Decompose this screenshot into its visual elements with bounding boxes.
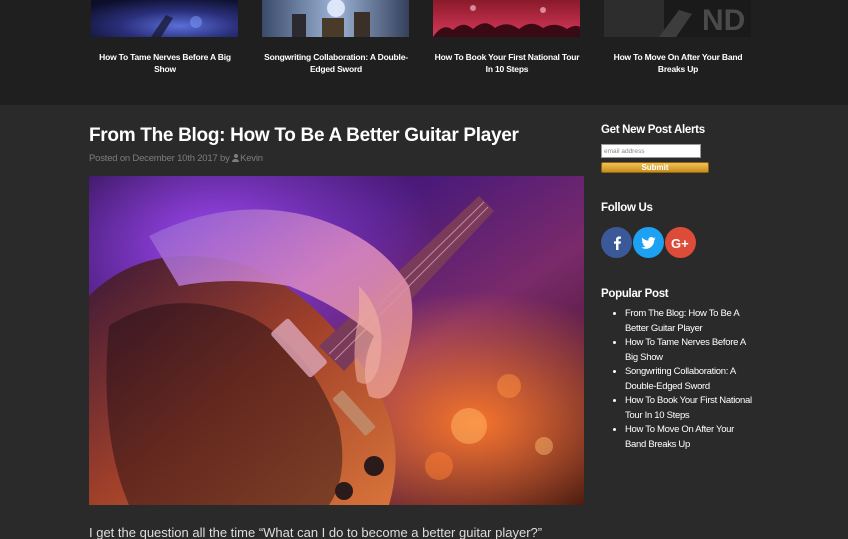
popular-post-link[interactable]: From The Blog: How To Be A Better Guitar…	[625, 308, 739, 334]
band-thumbnail-icon[interactable]	[262, 0, 409, 37]
svg-text:ND: ND	[702, 4, 745, 37]
google-plus-icon[interactable]: G+	[665, 227, 696, 258]
author-link[interactable]: Kevin	[240, 153, 263, 164]
related-post-card[interactable]: ND How To Move On After Your Band Breaks…	[604, 0, 752, 75]
popular-post-list: From The Blog: How To Be A Better Guitar…	[625, 307, 755, 452]
related-posts-strip: How To Tame Nerves Before A Big Show Son…	[0, 0, 848, 105]
svg-text:G+: G+	[671, 237, 689, 249]
submit-button[interactable]: Submit	[601, 162, 709, 173]
related-post-title[interactable]: How To Book Your First National Tour In …	[433, 51, 581, 75]
blog-post: From The Blog: How To Be A Better Guitar…	[89, 124, 584, 539]
guitar-photo	[89, 176, 584, 505]
email-field[interactable]	[601, 144, 701, 158]
related-post-card[interactable]: Songwriting Collaboration: A Double-Edge…	[262, 0, 410, 75]
post-meta: Posted on December 10th 2017 by Kevin	[89, 153, 584, 164]
list-item: How To Book Your First National Tour In …	[625, 394, 755, 423]
related-post-card[interactable]: How To Book Your First National Tour In …	[433, 0, 581, 75]
popular-post-title: Popular Post	[601, 288, 669, 300]
related-post-card[interactable]: How To Tame Nerves Before A Big Show	[91, 0, 239, 75]
crowd-thumbnail-icon[interactable]	[433, 0, 580, 37]
list-item: From The Blog: How To Be A Better Guitar…	[625, 307, 755, 336]
related-post-title[interactable]: How To Tame Nerves Before A Big Show	[91, 51, 239, 75]
popular-post-link[interactable]: How To Move On After Your Band Breaks Up	[625, 424, 734, 450]
user-icon	[232, 154, 240, 162]
concert-thumbnail-icon[interactable]	[91, 0, 238, 37]
popular-post-link[interactable]: Songwriting Collaboration: A Double-Edge…	[625, 366, 736, 392]
guitarist-thumbnail-icon[interactable]: ND	[604, 0, 751, 37]
facebook-icon[interactable]	[601, 227, 632, 258]
twitter-icon[interactable]	[633, 227, 664, 258]
list-item: How To Tame Nerves Before A Big Show	[625, 336, 755, 365]
post-excerpt: I get the question all the time “What ca…	[89, 525, 543, 539]
posted-on-text: Posted on December 10th 2017 by	[89, 153, 230, 164]
list-item: How To Move On After Your Band Breaks Up	[625, 423, 755, 452]
related-post-title[interactable]: Songwriting Collaboration: A Double-Edge…	[262, 51, 410, 75]
list-item: Songwriting Collaboration: A Double-Edge…	[625, 365, 755, 394]
popular-post-link[interactable]: How To Tame Nerves Before A Big Show	[625, 337, 746, 363]
popular-post-link[interactable]: How To Book Your First National Tour In …	[625, 395, 752, 421]
follow-us-title: Follow Us	[601, 202, 653, 214]
post-title[interactable]: From The Blog: How To Be A Better Guitar…	[89, 124, 584, 148]
sidebar: Get New Post Alerts Submit Follow Us G+ …	[601, 124, 761, 450]
post-alerts-title: Get New Post Alerts	[601, 124, 705, 136]
related-post-title[interactable]: How To Move On After Your Band Breaks Up	[604, 51, 752, 75]
